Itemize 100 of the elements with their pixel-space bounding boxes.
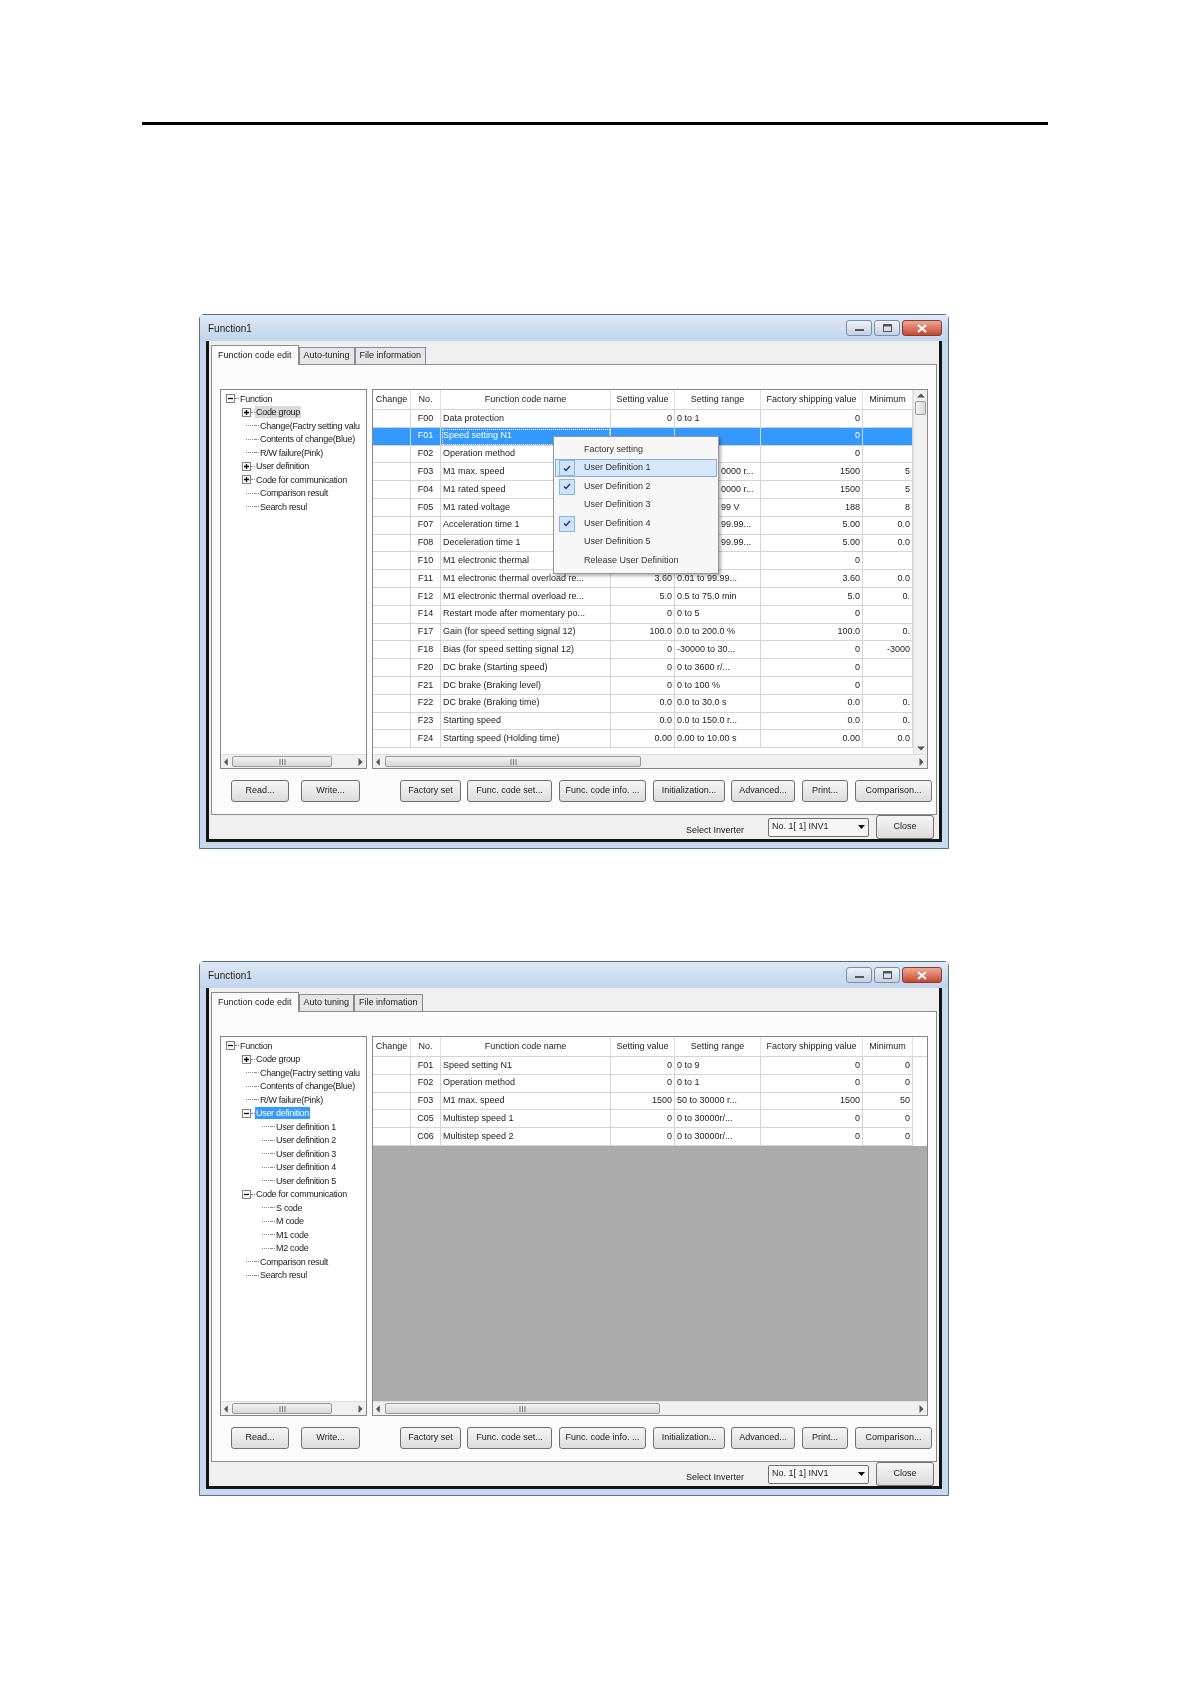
- right-arrow-icon[interactable]: [919, 757, 924, 766]
- column-header[interactable]: Factory shipping value: [761, 1037, 863, 1056]
- tree-item[interactable]: M1 code: [275, 1228, 310, 1241]
- action-button[interactable]: Advanced...: [731, 1427, 795, 1449]
- inverter-dropdown[interactable]: No. 1[ 1] INV1: [768, 1464, 869, 1484]
- tab[interactable]: File information: [354, 347, 427, 364]
- action-button[interactable]: Advanced...: [731, 780, 795, 802]
- table-row[interactable]: F01 Speed setting N1 0 0 to 9 0 0: [373, 1057, 927, 1075]
- inverter-dropdown[interactable]: No. 1[ 1] INV1: [768, 817, 869, 837]
- action-button[interactable]: Write...: [301, 1427, 360, 1449]
- tree-item[interactable]: Comparison result: [259, 1255, 329, 1268]
- column-header[interactable]: Change: [373, 1037, 411, 1056]
- scroll-thumb[interactable]: [915, 401, 926, 415]
- tree-item[interactable]: Code group: [255, 1053, 302, 1066]
- action-button[interactable]: Write...: [301, 780, 360, 802]
- left-arrow-icon[interactable]: [224, 757, 229, 766]
- table-row[interactable]: F11 M1 electronic thermal overload re... 3.60 0.01 to 99.99... 3.60 0.0: [373, 570, 913, 588]
- tab[interactable]: Auto tuning: [298, 994, 355, 1011]
- column-header[interactable]: Function code name: [441, 1037, 611, 1056]
- horizontal-scrollbar[interactable]: [221, 754, 366, 768]
- action-button[interactable]: Read...: [231, 1427, 289, 1449]
- action-button[interactable]: Comparison...: [855, 1427, 932, 1449]
- tree-item[interactable]: Search resul: [259, 500, 308, 513]
- collapse-icon[interactable]: [226, 394, 235, 404]
- action-button[interactable]: Print...: [802, 1427, 848, 1449]
- caret-icon[interactable]: [858, 825, 865, 829]
- tree-item[interactable]: Search resul: [259, 1269, 308, 1282]
- expand-icon[interactable]: [242, 1054, 251, 1064]
- tree-item[interactable]: M code: [275, 1215, 305, 1228]
- menu-item[interactable]: User Definition 1: [555, 458, 717, 478]
- column-header[interactable]: Setting value: [611, 1037, 675, 1056]
- column-header[interactable]: Setting range: [675, 390, 761, 409]
- column-header[interactable]: No.: [411, 390, 441, 409]
- tree-item[interactable]: Contents of change(Blue): [259, 1080, 356, 1093]
- tree-item[interactable]: Code for communication: [255, 473, 348, 486]
- tree-item[interactable]: R/W failure(Pink): [259, 446, 324, 459]
- action-button[interactable]: Factory set: [400, 1427, 461, 1449]
- action-button[interactable]: Func. code set...: [467, 1427, 552, 1449]
- expand-icon[interactable]: [242, 461, 251, 471]
- column-header[interactable]: Function code name: [441, 390, 611, 409]
- column-header[interactable]: No.: [411, 1037, 441, 1056]
- action-button[interactable]: Initialization...: [653, 1427, 725, 1449]
- tree-item[interactable]: Change(Factry setting valu: [259, 419, 361, 432]
- horizontal-scrollbar[interactable]: [221, 1401, 366, 1415]
- table-row[interactable]: C05 Multistep speed 1 0 0 to 30000r/... 0 0: [373, 1110, 927, 1129]
- tree-item[interactable]: M2 code: [275, 1242, 310, 1255]
- collapse-icon[interactable]: [242, 1189, 251, 1199]
- close-dialog-button[interactable]: Close: [876, 1462, 934, 1486]
- table-row[interactable]: F00 Data protection 0 0 to 1 0: [373, 410, 913, 428]
- down-arrow-icon[interactable]: [916, 746, 925, 751]
- tree-item[interactable]: User definition 4: [275, 1161, 337, 1174]
- action-button[interactable]: Print...: [802, 780, 848, 802]
- tree-item[interactable]: User definition 5: [275, 1174, 337, 1187]
- tab[interactable]: File infomation: [354, 994, 423, 1011]
- tree-item[interactable]: S code: [275, 1201, 304, 1214]
- action-button[interactable]: Factory set: [400, 780, 461, 802]
- table-row[interactable]: F24 Starting speed (Holding time) 0.00 0.00 to 10.00 s 0.00 0.0: [373, 730, 913, 749]
- tree-item[interactable]: User definition 3: [275, 1147, 337, 1160]
- caret-icon[interactable]: [858, 1472, 865, 1476]
- action-button[interactable]: Func. code info. ...: [559, 1427, 646, 1449]
- tab[interactable]: Function code edit: [211, 345, 299, 365]
- action-button[interactable]: Read...: [231, 780, 289, 802]
- action-button[interactable]: Func. code info. ...: [559, 780, 646, 802]
- horizontal-scrollbar[interactable]: [373, 754, 927, 768]
- right-arrow-icon[interactable]: [919, 1404, 924, 1413]
- action-button[interactable]: Func. code set...: [467, 780, 552, 802]
- collapse-icon[interactable]: [226, 1041, 235, 1051]
- table-row[interactable]: F18 Bias (for speed setting signal 12) 0 -30000 to 30... 0 -3000: [373, 641, 913, 660]
- table-row[interactable]: F20 DC brake (Starting speed) 0 0 to 3600 r/... 0: [373, 659, 913, 677]
- expand-icon[interactable]: [242, 407, 251, 417]
- tree-item[interactable]: Change(Factry setting valu: [259, 1066, 361, 1079]
- column-header[interactable]: Setting range: [675, 1037, 761, 1056]
- horizontal-scrollbar[interactable]: [373, 1401, 927, 1415]
- tree-item[interactable]: Code for communication: [255, 1188, 348, 1201]
- maximize-button[interactable]: [874, 967, 900, 983]
- tree-item[interactable]: Function: [239, 392, 274, 405]
- column-header[interactable]: Minimum: [863, 1037, 913, 1056]
- column-header[interactable]: Setting value: [611, 390, 675, 409]
- left-arrow-icon[interactable]: [376, 1404, 381, 1413]
- tab[interactable]: Function code edit: [211, 992, 299, 1012]
- column-header[interactable]: Change: [373, 390, 411, 409]
- close-button[interactable]: [902, 967, 942, 983]
- maximize-button[interactable]: [874, 320, 900, 336]
- tree-item[interactable]: R/W failure(Pink): [259, 1093, 324, 1106]
- tree-item[interactable]: User definition 2: [275, 1134, 337, 1147]
- minimize-button[interactable]: [846, 967, 872, 983]
- right-arrow-icon[interactable]: [358, 1404, 363, 1413]
- tree-item[interactable]: Comparison result: [259, 487, 329, 500]
- close-button[interactable]: [902, 320, 942, 336]
- tree-item[interactable]: User definition 1: [275, 1120, 337, 1133]
- action-button[interactable]: Comparison...: [855, 780, 932, 802]
- tree-item[interactable]: Contents of change(Blue): [259, 433, 356, 446]
- tree-item[interactable]: Function: [239, 1039, 274, 1052]
- action-button[interactable]: Initialization...: [653, 780, 725, 802]
- expand-icon[interactable]: [242, 475, 251, 485]
- vertical-scrollbar[interactable]: [913, 390, 927, 754]
- tree-item[interactable]: Code group: [255, 406, 302, 419]
- tab[interactable]: Auto-tuning: [298, 347, 355, 364]
- table-row[interactable]: C06 Multistep speed 2 0 0 to 30000r/... 0 0: [373, 1128, 927, 1146]
- minimize-button[interactable]: [846, 320, 872, 336]
